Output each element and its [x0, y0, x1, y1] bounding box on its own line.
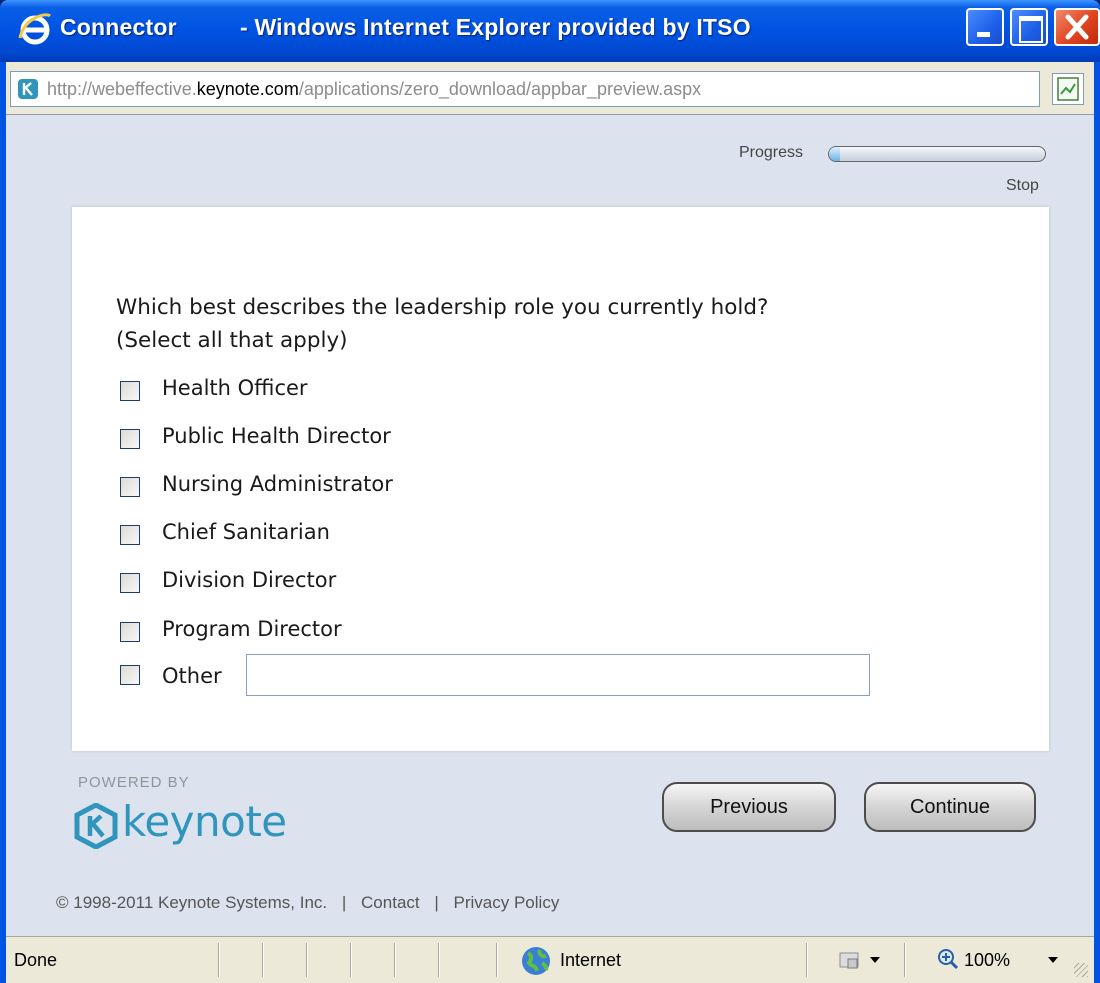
stop-link[interactable]: Stop — [1006, 177, 1039, 195]
address-bar: http://webeffective.keynote.com/applicat… — [6, 62, 1094, 114]
checkbox[interactable] — [120, 573, 140, 593]
url-text: http://webeffective.keynote.com/applicat… — [47, 79, 701, 100]
checkbox[interactable] — [120, 429, 140, 449]
status-divider — [306, 943, 308, 977]
previous-button[interactable]: Previous — [662, 782, 836, 832]
option-label: Health Officer — [162, 376, 308, 400]
status-divider — [394, 943, 396, 977]
option-label: Division Director — [162, 568, 337, 592]
zoom-icon — [938, 949, 959, 970]
option-label: Public Health Director — [162, 424, 391, 448]
globe-icon — [522, 947, 550, 975]
question-title: Which best describes the leadership role… — [116, 295, 769, 320]
title-bar[interactable]: Connector - Windows Internet Explorer pr… — [0, 0, 1100, 62]
option-label: Program Director — [162, 617, 342, 641]
keynote-favicon-icon — [18, 79, 38, 99]
status-divider — [218, 943, 220, 977]
keynote-logo[interactable]: keynote — [74, 797, 344, 857]
footer: © 1998-2011 Keynote Systems, Inc. | Cont… — [54, 893, 561, 913]
status-divider — [262, 943, 264, 977]
checkbox[interactable] — [120, 525, 140, 545]
url-suffix: /applications/zero_download/appbar_previ… — [298, 79, 702, 99]
resize-grip[interactable] — [1074, 963, 1088, 977]
status-divider — [806, 943, 808, 977]
zone-label: Internet — [560, 950, 622, 970]
checkbox[interactable] — [120, 477, 140, 497]
keynote-wordmark: keynote — [122, 797, 287, 846]
zoom-label: 100% — [964, 950, 1011, 970]
url-prefix: http://webeffective. — [47, 79, 197, 99]
window-title-app: Connector — [60, 14, 177, 40]
status-divider — [904, 943, 906, 977]
chevron-down-icon[interactable] — [1048, 957, 1058, 963]
progress-bar — [828, 146, 1046, 162]
address-field[interactable]: http://webeffective.keynote.com/applicat… — [10, 71, 1040, 107]
question-hint: (Select all that apply) — [116, 328, 348, 353]
contact-link[interactable]: Contact — [361, 893, 420, 912]
checkbox[interactable] — [120, 665, 140, 685]
powered-by-label: POWERED BY — [78, 774, 190, 791]
option-label: Nursing Administrator — [162, 472, 393, 496]
copyright-text: © 1998-2011 Keynote Systems, Inc. — [56, 893, 328, 912]
popup-blocker-icon[interactable] — [836, 947, 862, 973]
minimize-button[interactable] — [966, 8, 1004, 46]
status-divider — [496, 943, 498, 977]
status-text: Done — [14, 950, 58, 970]
progress-label: Progress — [739, 144, 804, 161]
chevron-down-icon[interactable] — [870, 957, 880, 963]
keynote-mark-icon — [74, 803, 118, 849]
footer-separator: | — [341, 893, 347, 912]
privacy-policy-link[interactable]: Privacy Policy — [454, 893, 560, 912]
option-label: Other — [162, 664, 222, 688]
progress-fill — [829, 147, 840, 161]
status-divider — [438, 943, 440, 977]
question-text: Which best describes the leadership role… — [116, 291, 996, 357]
ie-logo-icon — [18, 13, 52, 45]
browser-window: Connector - Windows Internet Explorer pr… — [0, 0, 1100, 983]
checkbox[interactable] — [120, 622, 140, 642]
maximize-button[interactable] — [1010, 8, 1048, 46]
url-domain: keynote.com — [196, 79, 299, 99]
window-title: - Windows Internet Explorer provided by … — [240, 14, 751, 40]
continue-button[interactable]: Continue — [864, 782, 1036, 832]
option-label: Chief Sanitarian — [162, 520, 330, 544]
status-divider — [350, 943, 352, 977]
feed-icon — [1057, 77, 1079, 101]
page-content: Progress Stop Which best describes the l… — [6, 114, 1094, 936]
survey-panel: Which best describes the leadership role… — [72, 207, 1049, 751]
footer-separator: | — [434, 893, 439, 912]
close-button[interactable] — [1054, 8, 1100, 46]
checkbox[interactable] — [120, 381, 140, 401]
close-icon — [1065, 14, 1089, 40]
other-text-input[interactable] — [246, 654, 870, 696]
feed-button[interactable] — [1052, 73, 1084, 105]
status-bar: Done Internet 100% — [6, 936, 1094, 983]
